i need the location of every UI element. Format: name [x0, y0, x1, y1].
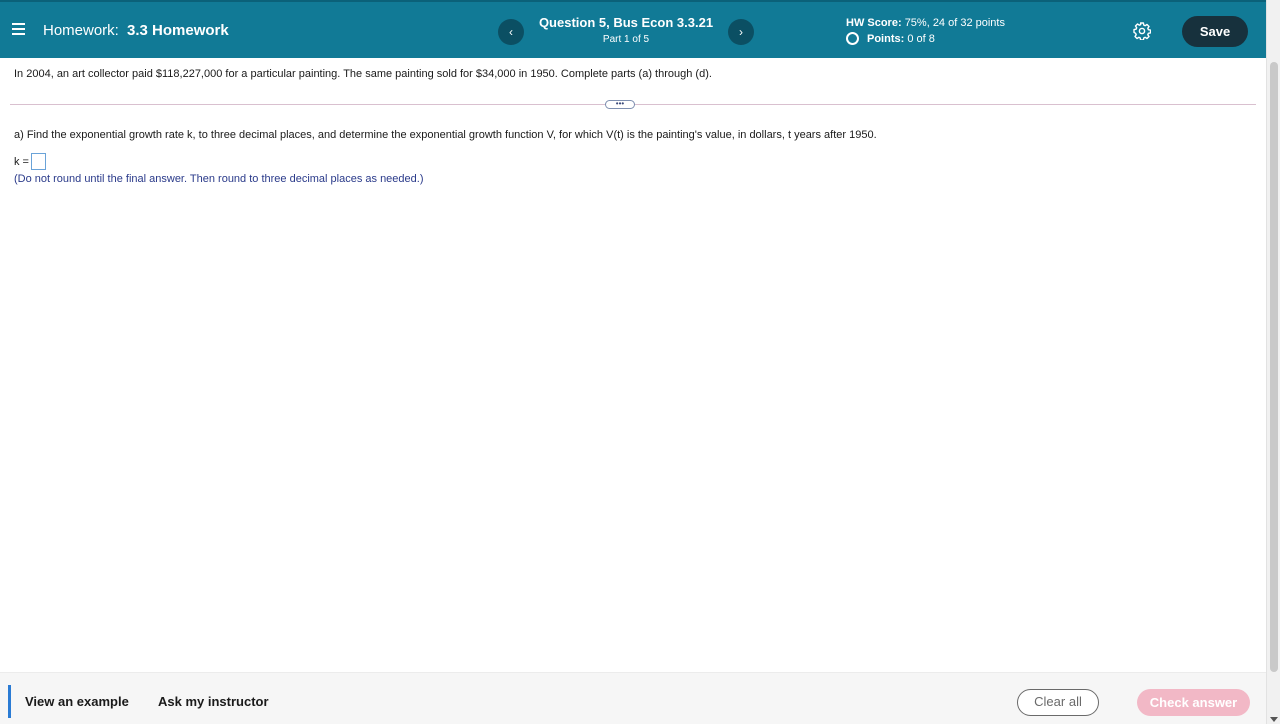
app-frame: Homework: 3.3 Homework ‹ Question 5, Bus…: [0, 0, 1280, 724]
score-info: HW Score: 75%, 24 of 32 points Points: 0…: [846, 17, 1005, 45]
problem-statement: In 2004, an art collector paid $118,227,…: [14, 68, 712, 80]
menu-icon[interactable]: [12, 23, 25, 35]
answer-label: k =: [14, 155, 29, 168]
hw-score-value: 75%, 24 of 32 points: [904, 17, 1005, 29]
question-part: Part 1 of 5: [602, 34, 650, 45]
homework-title: Homework: 3.3 Homework: [43, 22, 229, 39]
previous-question-button[interactable]: ‹: [498, 19, 524, 45]
next-question-button[interactable]: ›: [728, 19, 754, 45]
vertical-scrollbar[interactable]: [1266, 0, 1280, 724]
save-button[interactable]: Save: [1182, 16, 1248, 47]
answer-row: k =: [14, 153, 46, 170]
scroll-thumb[interactable]: [1270, 62, 1278, 672]
points-value: 0 of 8: [907, 32, 935, 45]
footer-accent: [8, 685, 11, 718]
expand-toggle-button[interactable]: •••: [605, 100, 635, 109]
view-example-button[interactable]: View an example: [25, 694, 129, 709]
k-answer-input[interactable]: [30, 153, 46, 170]
hw-score-label: HW Score:: [846, 17, 902, 29]
footer-bar: View an example Ask my instructor Clear …: [0, 672, 1266, 724]
question-title: Question 5, Bus Econ 3.3.21: [538, 15, 714, 30]
gear-icon[interactable]: [1133, 22, 1152, 41]
clear-all-button[interactable]: Clear all: [1017, 689, 1099, 716]
homework-name: 3.3 Homework: [127, 22, 229, 39]
points: Points: 0 of 8: [846, 32, 1005, 45]
header-bar: Homework: 3.3 Homework ‹ Question 5, Bus…: [0, 0, 1266, 58]
ask-instructor-button[interactable]: Ask my instructor: [158, 694, 269, 709]
hw-score: HW Score: 75%, 24 of 32 points: [846, 17, 1005, 29]
points-label: Points:: [867, 32, 905, 45]
scroll-down-icon[interactable]: [1270, 717, 1278, 722]
part-a-question: a) Find the exponential growth rate k, t…: [14, 129, 877, 141]
rounding-hint: (Do not round until the final answer. Th…: [14, 173, 424, 185]
homework-label: Homework:: [43, 22, 119, 39]
circle-icon: [846, 32, 859, 45]
check-answer-button[interactable]: Check answer: [1137, 689, 1250, 716]
question-info: Question 5, Bus Econ 3.3.21 Part 1 of 5: [530, 15, 722, 45]
